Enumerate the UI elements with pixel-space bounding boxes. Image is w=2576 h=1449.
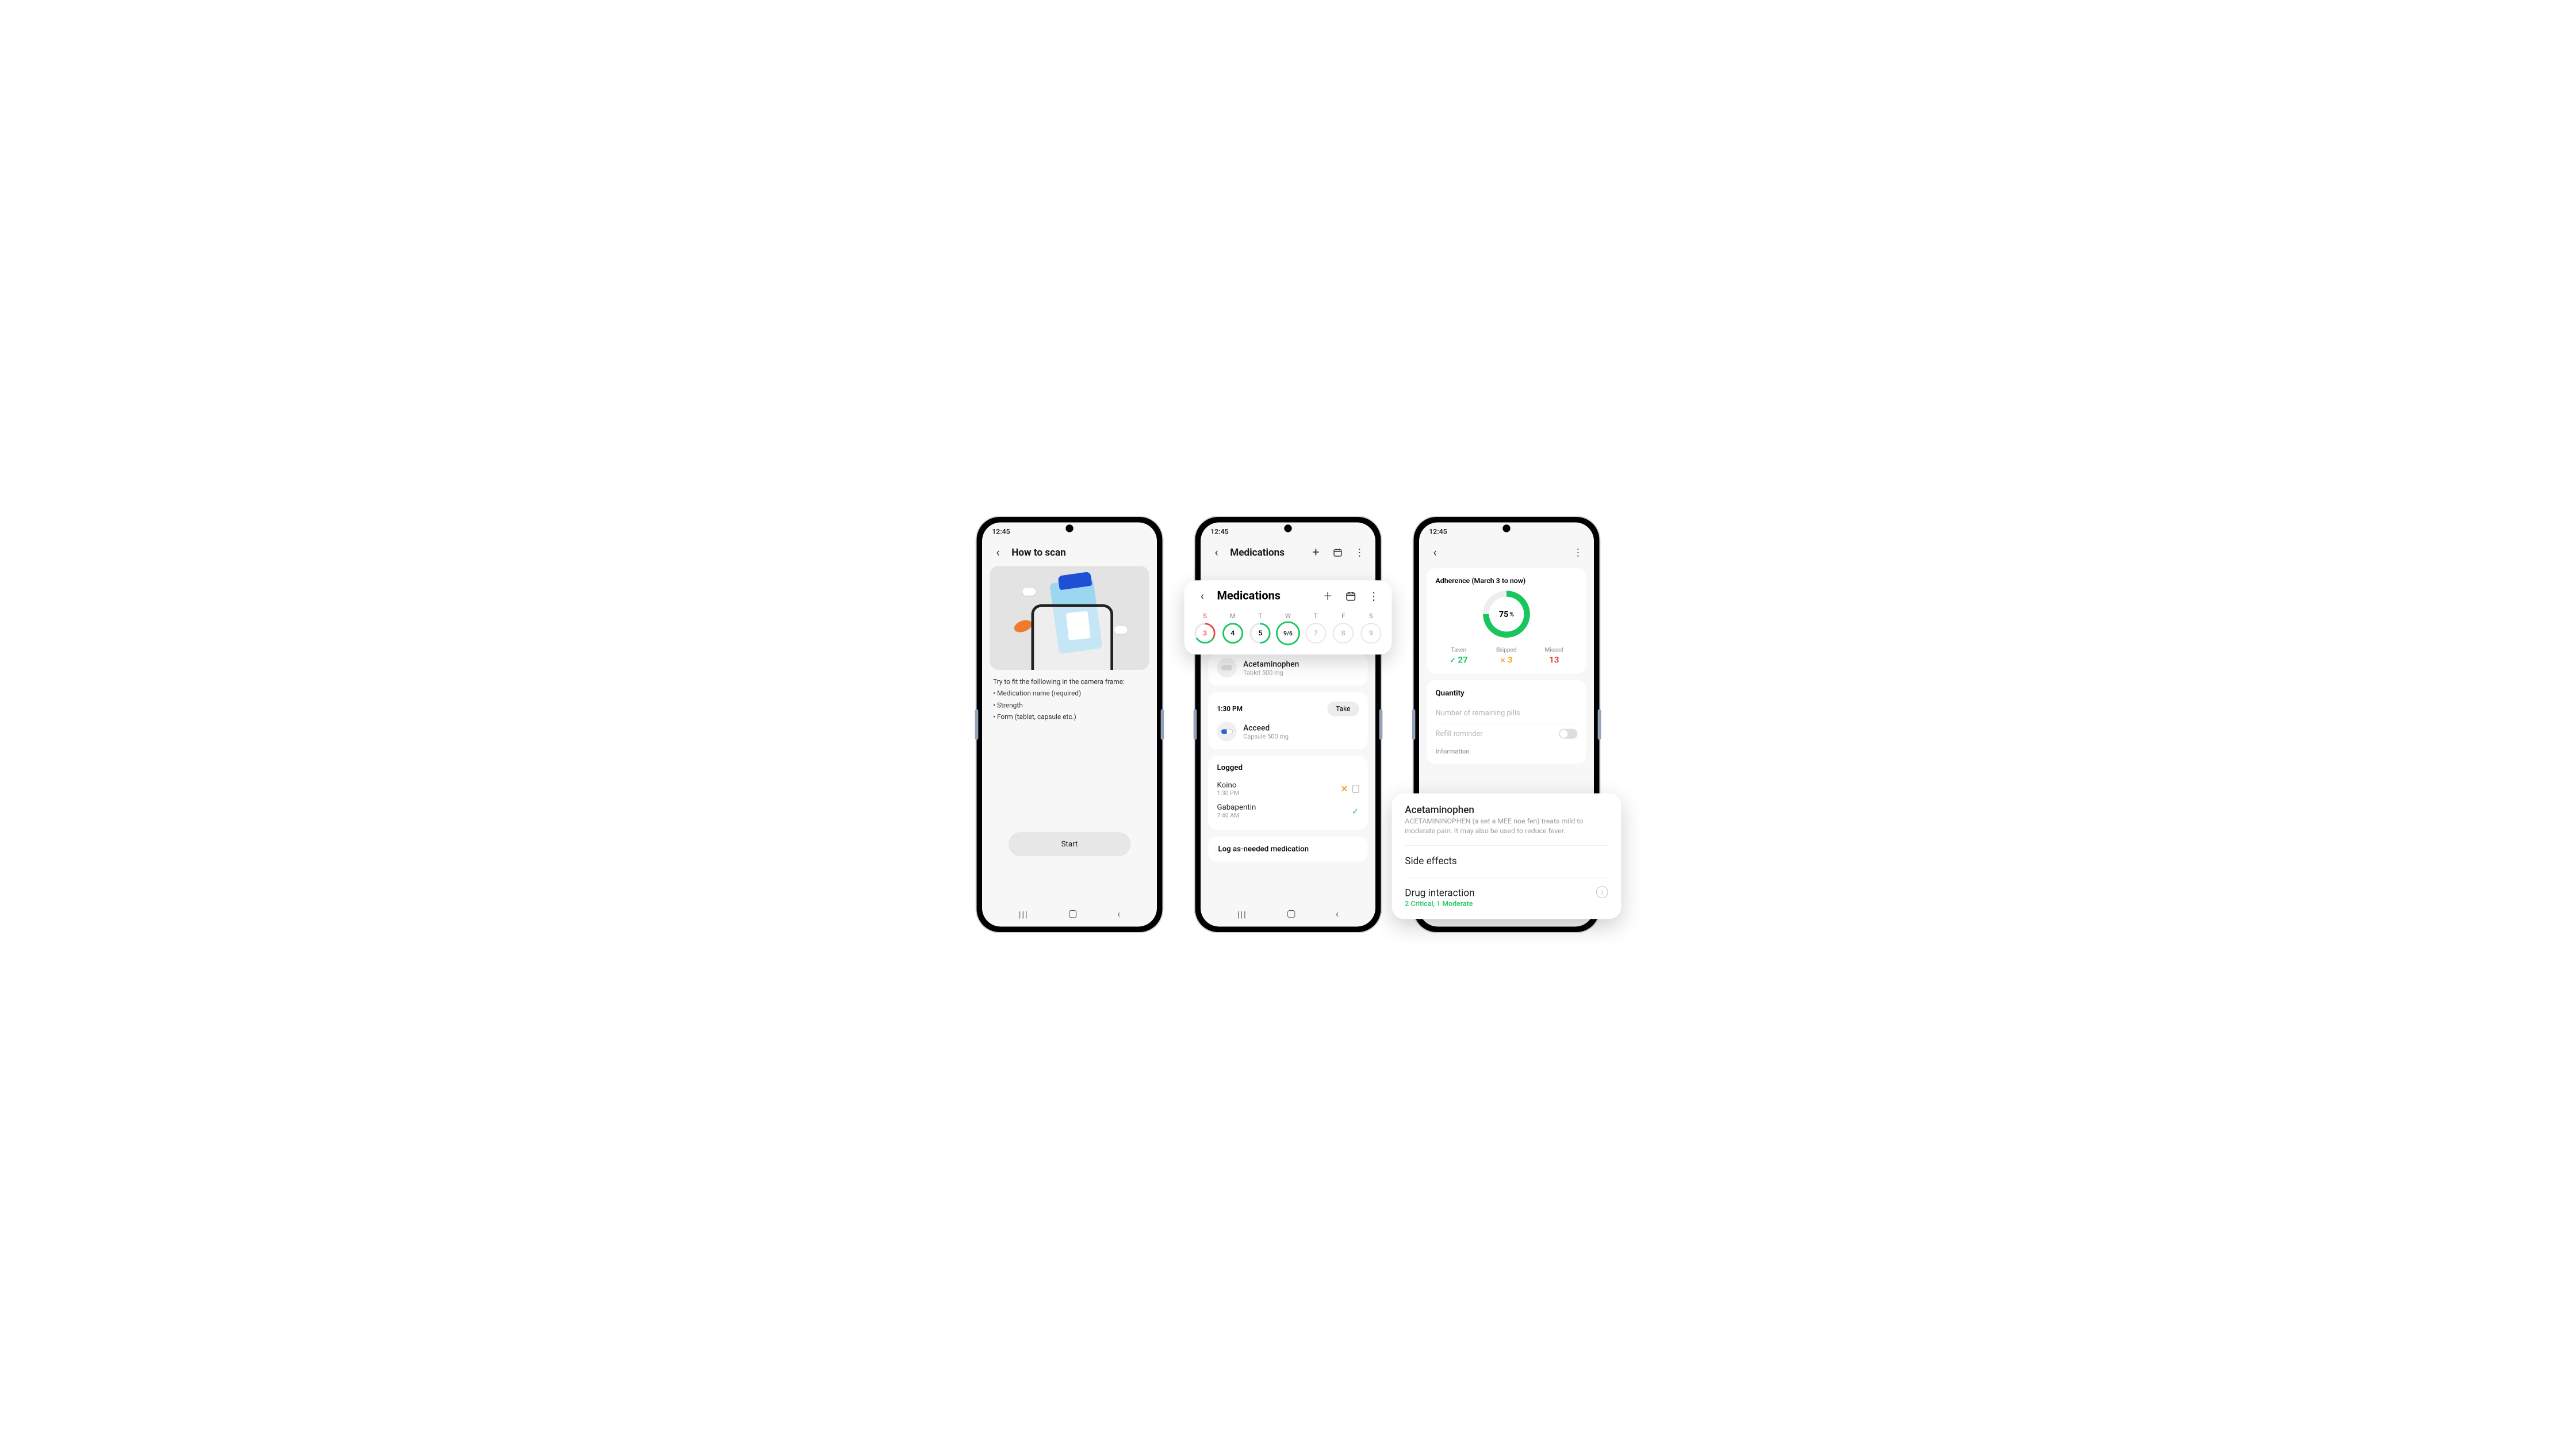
back-button[interactable]: ‹	[1194, 588, 1211, 605]
refill-toggle[interactable]	[1559, 729, 1577, 739]
back-button[interactable]: ‹	[1208, 545, 1225, 561]
page-title: How to scan	[1011, 547, 1065, 558]
log-name: Koino	[1217, 781, 1239, 789]
week-strip-overlay: ‹ Medications + ⋮ S 3 M 4 T 5 W 9/6	[1184, 580, 1392, 654]
instruction-item: Form (tablet, capsule etc.)	[993, 711, 1146, 723]
day-mon[interactable]: M 4	[1222, 612, 1244, 643]
status-time: 12:45	[992, 528, 1010, 536]
screen-header: ‹ Medications + ⋮	[1201, 541, 1375, 566]
camera-notch	[1065, 524, 1073, 532]
logged-title: Logged	[1217, 763, 1359, 772]
day-thu[interactable]: T 7	[1305, 612, 1327, 643]
camera-notch	[1502, 524, 1510, 532]
day-fri[interactable]: F 8	[1332, 612, 1354, 643]
recents-button[interactable]: |||	[1237, 909, 1247, 919]
interaction-title: Drug interaction	[1405, 886, 1608, 900]
nav-back-button[interactable]: ‹	[1117, 908, 1120, 920]
phone-medications: 12:45 ‹ Medications + ⋮ Acetaminophen Ta…	[1195, 517, 1381, 932]
logged-card: Logged Koino 1:30 PM ✕ Gabapentin 7:40 A…	[1208, 756, 1367, 830]
medication-detail: Capsule 500 mg	[1243, 733, 1289, 740]
day-sat[interactable]: S 9	[1360, 612, 1382, 643]
add-button[interactable]: +	[1308, 545, 1324, 561]
medication-name: Acetaminophen	[1243, 659, 1299, 668]
side-effects-row[interactable]: Side effects	[1405, 854, 1608, 868]
log-time: 7:40 AM	[1217, 812, 1256, 819]
adherence-card: Adherence (March 3 to now) 75% Taken ✓ 2…	[1427, 568, 1586, 673]
calendar-icon[interactable]	[1329, 545, 1346, 561]
day-tue[interactable]: T 5	[1249, 612, 1271, 643]
medication-name: Acceed	[1243, 723, 1289, 733]
calendar-icon[interactable]	[1343, 588, 1359, 605]
android-navbar: ||| ‹	[982, 902, 1157, 927]
home-button[interactable]	[1069, 910, 1076, 918]
drug-info-overlay: Acetaminophen ACETAMININOPHEN (a set a M…	[1392, 793, 1621, 919]
home-button[interactable]	[1287, 910, 1295, 918]
day-sun[interactable]: S 3	[1194, 612, 1216, 643]
status-time: 12:45	[1210, 528, 1229, 536]
back-button[interactable]: ‹	[990, 545, 1006, 561]
info-drug-desc: ACETAMININOPHEN (a set a MEE noe fen) tr…	[1405, 816, 1608, 837]
take-button[interactable]: Take	[1327, 702, 1359, 716]
stat-skipped: Skipped ✕ 3	[1496, 646, 1517, 665]
start-button[interactable]: Start	[1009, 832, 1131, 856]
information-label: Information	[1436, 747, 1578, 755]
dose-card: 1:30 PM Take Acceed Capsule 500 mg	[1208, 692, 1367, 749]
screen-header: ‹ How to scan	[982, 541, 1157, 566]
quantity-card: Quantity Number of remaining pills Refil…	[1427, 680, 1586, 764]
log-name: Gabapentin	[1217, 803, 1256, 812]
note-icon	[1352, 785, 1359, 792]
camera-notch	[1284, 524, 1291, 532]
refill-reminder-row: Refill reminder	[1436, 723, 1578, 744]
skipped-icon: ✕	[1341, 784, 1348, 794]
instructions: Try to fit the folllowing in the camera …	[990, 670, 1149, 723]
log-time: 1:30 PM	[1217, 789, 1239, 796]
capsule-icon	[1217, 722, 1237, 741]
drug-interaction-row[interactable]: i Drug interaction 2 Critical, 1 Moderat…	[1405, 886, 1608, 908]
more-icon[interactable]: ⋮	[1351, 545, 1368, 561]
info-drug-section[interactable]: Acetaminophen ACETAMININOPHEN (a set a M…	[1405, 804, 1608, 836]
phone-adherence: 12:45 ‹ ⋮ Adherence (March 3 to now) 75%…	[1414, 517, 1600, 932]
quantity-title: Quantity	[1436, 689, 1578, 697]
screen-header: ‹ ⋮	[1419, 541, 1594, 566]
hero-illustration	[990, 566, 1149, 670]
phone-how-to-scan: 12:45 ‹ How to scan Try to fit the folll…	[977, 517, 1163, 932]
taken-icon: ✓	[1352, 806, 1359, 816]
instruction-lead: Try to fit the folllowing in the camera …	[993, 676, 1146, 688]
week-row: S 3 M 4 T 5 W 9/6 T 7 F 8	[1194, 612, 1382, 643]
medication-detail: Tablet 500 mg	[1243, 669, 1299, 676]
interaction-summary: 2 Critical, 1 Moderate	[1405, 900, 1608, 908]
medication-row[interactable]: Acceed Capsule 500 mg	[1217, 722, 1359, 741]
back-button[interactable]: ‹	[1427, 545, 1443, 561]
adherence-title: Adherence (March 3 to now)	[1436, 577, 1578, 585]
more-icon[interactable]: ⋮	[1366, 588, 1382, 605]
medication-row[interactable]: Acetaminophen Tablet 500 mg	[1217, 658, 1359, 677]
page-title: Medications	[1230, 547, 1285, 558]
log-row[interactable]: Gabapentin 7:40 AM ✓	[1217, 800, 1359, 822]
add-button[interactable]: +	[1320, 588, 1336, 605]
day-wed[interactable]: W 9/6	[1277, 612, 1299, 643]
status-time: 12:45	[1429, 528, 1447, 536]
instruction-item: Strength	[993, 700, 1146, 711]
dose-time: 1:30 PM	[1217, 705, 1243, 713]
nav-back-button[interactable]: ‹	[1336, 908, 1339, 920]
stat-taken: Taken ✓ 27	[1450, 646, 1468, 665]
more-icon[interactable]: ⋮	[1570, 545, 1586, 561]
overlay-title: Medications	[1217, 589, 1281, 603]
info-drug-name: Acetaminophen	[1405, 804, 1608, 815]
instruction-item: Medication name (required)	[993, 688, 1146, 700]
android-navbar: ||| ‹	[1201, 902, 1375, 927]
log-as-needed-button[interactable]: Log as-needed medication	[1208, 837, 1367, 862]
adherence-donut: 75%	[1436, 585, 1578, 641]
remaining-pills-input[interactable]: Number of remaining pills	[1436, 703, 1578, 723]
tablet-icon	[1217, 658, 1237, 677]
stat-missed: Missed 13	[1545, 646, 1563, 665]
recents-button[interactable]: |||	[1019, 909, 1029, 919]
info-icon: i	[1596, 886, 1608, 898]
medication-card: Acetaminophen Tablet 500 mg	[1208, 654, 1367, 685]
log-row[interactable]: Koino 1:30 PM ✕	[1217, 777, 1359, 800]
